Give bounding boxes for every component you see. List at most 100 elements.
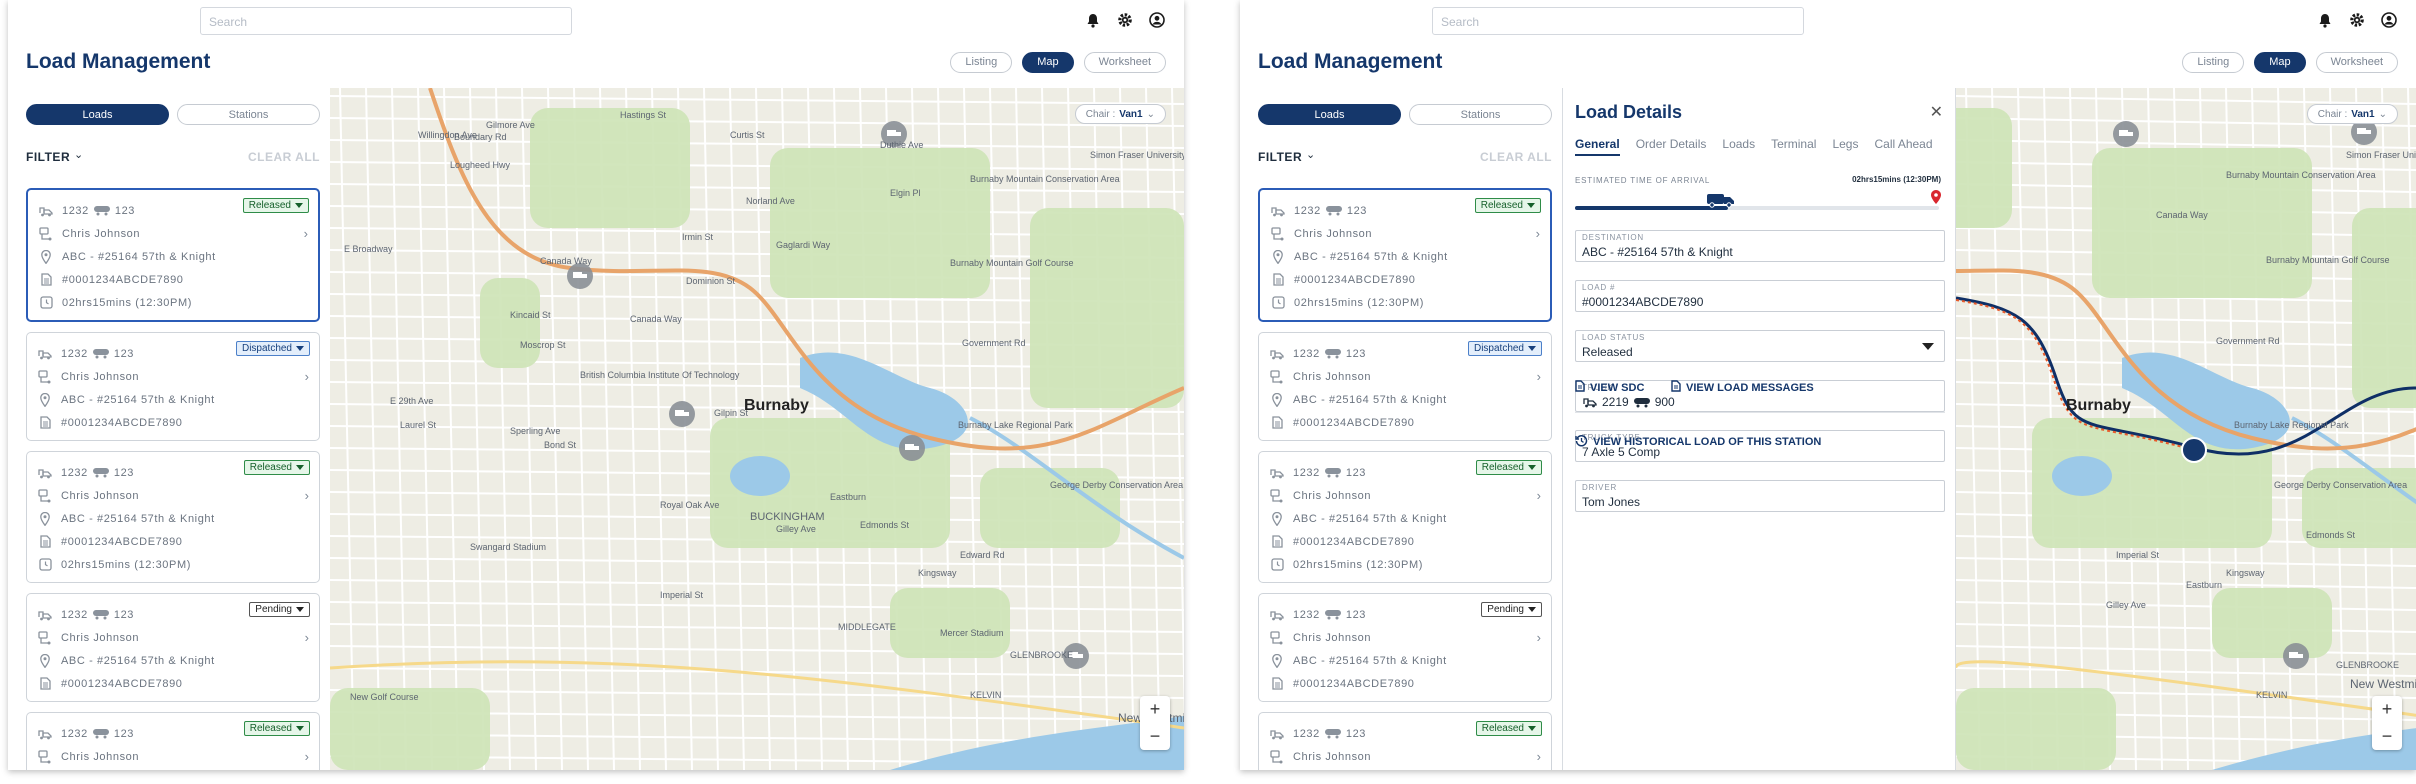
zoom-out-button[interactable]: − [1150, 726, 1161, 747]
tab-loads[interactable]: Loads [1722, 137, 1755, 156]
driver-field[interactable]: DRIVER Tom Jones [1575, 480, 1945, 512]
bell-icon[interactable] [2316, 11, 2334, 29]
status-badge[interactable]: Released [1474, 198, 1541, 213]
view-sdc-link[interactable]: VIEW SDC [1575, 380, 1644, 395]
tab-call-ahead[interactable]: Call Ahead [1874, 137, 1932, 156]
destination-field[interactable]: DESTINATION ABC - #25164 57th & Knight [1575, 230, 1945, 262]
chevron-right-icon[interactable]: › [1537, 749, 1541, 764]
zoom-out-button[interactable]: − [2382, 726, 2393, 747]
load-card[interactable]: 1232 123 Dispatched Chris Johnson ABC - #251… [1258, 332, 1552, 441]
zoom-in-button[interactable]: + [1150, 699, 1161, 720]
view-worksheet-button[interactable]: Worksheet [2315, 52, 2398, 73]
card-driver-name-row: Chris Johnson [37, 626, 309, 649]
truck-marker [899, 435, 925, 461]
status-badge[interactable]: Released [1475, 721, 1542, 736]
chair-filter-dropdown[interactable]: Chair : Van1 ⌄ [2306, 104, 2398, 124]
load-card[interactable]: 1232 123 Released Chris Johnson ABC - #25164… [1258, 451, 1552, 583]
status-badge[interactable]: Released [1475, 460, 1542, 475]
load-card[interactable]: 1232 123 Released Chris Johnson ABC - #25164… [1258, 712, 1552, 770]
gear-icon[interactable] [1116, 11, 1134, 29]
load-card[interactable]: 1232 123 Released Chris Johnson ABC - #25164… [26, 451, 320, 583]
field-label: LOAD # [1582, 283, 1616, 292]
chevron-right-icon[interactable]: › [305, 488, 309, 503]
map-label: Royal Oak Ave [660, 500, 719, 510]
status-label: Dispatched [1473, 343, 1524, 354]
user-circle-icon[interactable] [2380, 11, 2398, 29]
caret-down-icon [1528, 726, 1536, 731]
status-badge[interactable]: Released [242, 198, 309, 213]
location-pin-icon [1270, 249, 1286, 264]
filter-button[interactable]: FILTER [1258, 150, 1302, 164]
view-map-button[interactable]: Map [1022, 52, 1074, 73]
map-label: Burnaby Mountain Conservation Area [2226, 170, 2376, 180]
map-label: Dominion St [686, 276, 736, 286]
status-badge[interactable]: Dispatched [235, 341, 310, 356]
load-card[interactable]: 1232 123 Released Chris Johnson ABC - #25164… [1258, 188, 1552, 322]
chevron-down-icon[interactable]: ⌄ [1306, 148, 1315, 161]
loads-tab[interactable]: Loads [1258, 104, 1401, 125]
filter-button[interactable]: FILTER [26, 150, 70, 164]
status-badge[interactable]: Pending [249, 602, 310, 617]
user-circle-icon[interactable] [1148, 11, 1166, 29]
search-input[interactable]: Search [200, 7, 572, 35]
view-historical-load-link[interactable]: VIEW HISTORICAL LOAD OF THIS STATION [1575, 434, 1821, 450]
chair-filter-label: Chair : [1085, 108, 1116, 120]
loads-tab[interactable]: Loads [26, 104, 169, 125]
chevron-right-icon[interactable]: › [1536, 226, 1540, 241]
trailer-number: 123 [114, 204, 136, 217]
load-number-field[interactable]: LOAD # #0001234ABCDE7890 [1575, 280, 1945, 312]
close-icon[interactable]: ✕ [1930, 102, 1943, 122]
load-card[interactable]: 1232 123 Pending Chris Johnson ABC - #25164 … [1258, 593, 1552, 702]
chevron-right-icon[interactable]: › [1537, 369, 1541, 384]
view-worksheet-button[interactable]: Worksheet [1083, 52, 1166, 73]
load-card[interactable]: 1232 123 Pending Chris Johnson ABC - #25164 … [26, 593, 320, 702]
view-listing-button[interactable]: Listing [2182, 52, 2245, 73]
status-badge[interactable]: Released [243, 460, 310, 475]
truck-icon [1582, 395, 1598, 409]
zoom-in-button[interactable]: + [2382, 699, 2393, 720]
chair-filter-dropdown[interactable]: Chair : Van1 ⌄ [1074, 104, 1166, 124]
location-pin-icon [38, 249, 54, 264]
park-area [1956, 688, 2116, 770]
caret-down-icon [1527, 203, 1535, 208]
chevron-right-icon[interactable]: › [305, 369, 309, 384]
view-map-button[interactable]: Map [2254, 52, 2306, 73]
search-input[interactable]: Search [1432, 7, 1804, 35]
chevron-right-icon[interactable]: › [1537, 488, 1541, 503]
gear-icon[interactable] [2348, 11, 2366, 29]
stations-tab[interactable]: Stations [1409, 104, 1552, 125]
status-badge[interactable]: Released [243, 721, 310, 736]
clear-all-button[interactable]: CLEAR ALL [1480, 150, 1552, 164]
field-value: Tom Jones [1582, 495, 1641, 509]
chevron-down-icon[interactable]: ⌄ [74, 148, 83, 161]
document-icon [37, 416, 53, 430]
tab-order-details[interactable]: Order Details [1636, 137, 1707, 156]
card-destination-text-row: ABC - #25164 57th & Knight [1269, 649, 1541, 672]
load-status-select[interactable]: LOAD STATUS Released [1575, 330, 1945, 362]
clock-icon [1269, 558, 1285, 572]
view-listing-button[interactable]: Listing [950, 52, 1013, 73]
chevron-right-icon[interactable]: › [1537, 630, 1541, 645]
bell-icon[interactable] [1084, 11, 1102, 29]
card-eta-text-row: 02hrs15mins (12:30PM) [1270, 291, 1540, 314]
pond [730, 456, 790, 496]
load-card[interactable]: 1232 123 Released Chris Johnson ABC - #25164… [26, 712, 320, 770]
loads-panel: Loads Stations FILTER ⌄ CLEAR ALL 1232 12… [1240, 88, 1562, 770]
chevron-right-icon[interactable]: › [305, 630, 309, 645]
chevron-right-icon[interactable]: › [305, 749, 309, 764]
map[interactable]: Burnaby New Westminster Burnaby Lake Regio… [1956, 88, 2416, 770]
map[interactable]: Burnaby Canada Way Gilpin St Government Rd B… [330, 88, 1184, 770]
status-badge[interactable]: Pending [1481, 602, 1542, 617]
driver-icon [1269, 630, 1285, 645]
stations-tab[interactable]: Stations [177, 104, 320, 125]
status-badge[interactable]: Dispatched [1467, 341, 1542, 356]
trailer-icon [1324, 348, 1342, 360]
load-card[interactable]: 1232 123 Dispatched Chris Johnson ABC - #251… [26, 332, 320, 441]
tab-legs[interactable]: Legs [1832, 137, 1858, 156]
load-card[interactable]: 1232 123 Released Chris Johnson ABC - #25164… [26, 188, 320, 322]
tab-terminal[interactable]: Terminal [1771, 137, 1816, 156]
clear-all-button[interactable]: CLEAR ALL [248, 150, 320, 164]
tab-general[interactable]: General [1575, 137, 1620, 156]
view-load-messages-link[interactable]: VIEW LOAD MESSAGES [1671, 380, 1814, 395]
chevron-right-icon[interactable]: › [304, 226, 308, 241]
